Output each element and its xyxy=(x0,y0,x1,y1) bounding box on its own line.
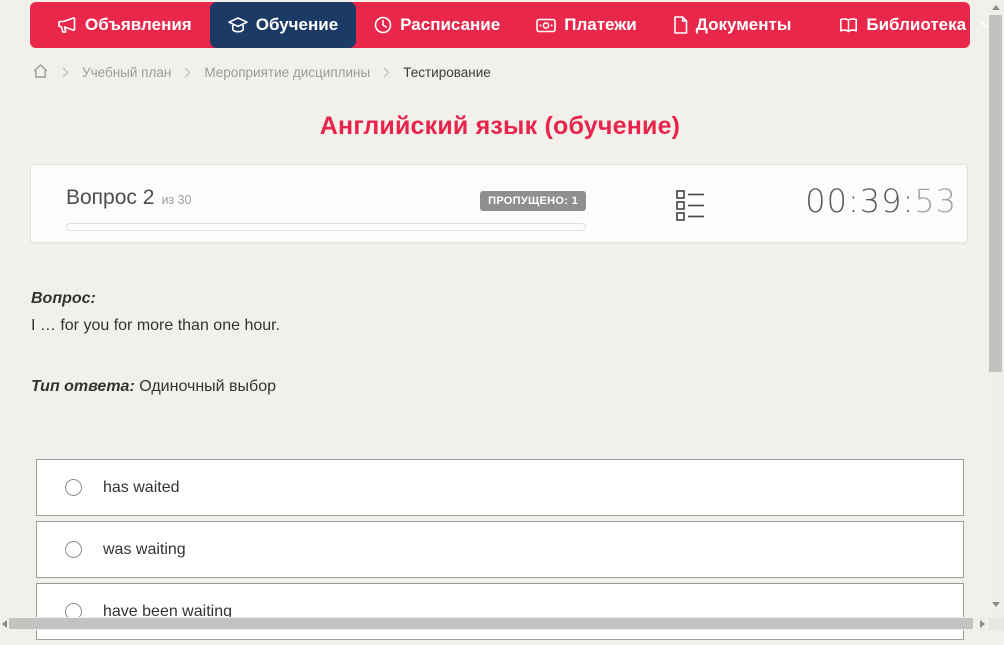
radio-icon[interactable] xyxy=(65,541,82,558)
scrollbar-corner xyxy=(988,617,1004,630)
scroll-right-arrow-icon[interactable] xyxy=(980,620,985,628)
horizontal-scrollbar-thumb[interactable] xyxy=(9,618,973,629)
nav-item-schedule[interactable]: Расписание xyxy=(356,2,518,48)
nav-item-label: Платежи xyxy=(564,15,637,34)
answer-option-2[interactable]: was waiting xyxy=(36,521,964,578)
question-total: из 30 xyxy=(161,193,192,207)
chevron-right-icon xyxy=(62,67,69,78)
chevron-right-icon xyxy=(184,67,191,78)
nav-item-documents[interactable]: Документы xyxy=(655,2,810,48)
clock-icon xyxy=(374,16,392,34)
question-body: Вопрос: I … for you for more than one ho… xyxy=(31,290,961,335)
megaphone-icon xyxy=(58,16,77,34)
answer-option-1[interactable]: has waited xyxy=(36,459,964,516)
question-progress-block: Вопрос 2 из 30 ПРОПУЩЕНО: 1 xyxy=(66,186,586,231)
skipped-badge: ПРОПУЩЕНО: 1 xyxy=(480,191,586,211)
question-list-button[interactable] xyxy=(672,188,708,224)
answer-type-value: Одиночный выбор xyxy=(139,378,276,395)
page-title: Английский язык (обучение) xyxy=(319,112,681,140)
breadcrumb-item-testing: Тестирование xyxy=(403,65,491,80)
timer-seconds: 53 xyxy=(914,182,957,220)
nav-item-label: Объявления xyxy=(85,15,192,34)
nav-item-label: Обучение xyxy=(255,15,339,34)
chevron-right-icon xyxy=(383,67,390,78)
book-icon xyxy=(839,17,858,34)
timer-main: 00:39: xyxy=(805,182,915,220)
scroll-down-arrow-icon[interactable] xyxy=(992,602,1000,607)
nav-item-label: Библиотека xyxy=(866,15,967,34)
question-number: Вопрос 2 xyxy=(66,186,155,209)
breadcrumb-item-curriculum[interactable]: Учебный план xyxy=(82,65,171,80)
vertical-scrollbar[interactable] xyxy=(988,0,1004,617)
answer-type-label: Тип ответа: xyxy=(31,378,135,395)
radio-icon[interactable] xyxy=(65,479,82,496)
nav-item-payments[interactable]: Платежи xyxy=(518,2,655,48)
nav-item-label: Расписание xyxy=(400,15,501,34)
list-icon xyxy=(676,188,704,225)
breadcrumb: Учебный план Мероприятие дисциплины Тест… xyxy=(32,63,491,82)
document-icon xyxy=(673,16,688,34)
answer-option-label: has waited xyxy=(103,478,180,496)
answer-option-label: was waiting xyxy=(103,540,186,558)
nav-item-announcements[interactable]: Объявления xyxy=(40,2,210,48)
home-icon xyxy=(32,64,49,82)
timer: 00:39:53 xyxy=(805,182,957,220)
main-navbar: Объявления Обучение Расписание Платежи Д… xyxy=(30,2,992,48)
horizontal-scrollbar[interactable] xyxy=(0,617,988,630)
graduation-cap-icon xyxy=(227,16,248,34)
question-text: I … for you for more than one hour. xyxy=(31,317,281,334)
scroll-left-arrow-icon[interactable] xyxy=(2,620,7,628)
progress-bar xyxy=(66,223,586,231)
nav-item-library[interactable]: Библиотека xyxy=(821,2,1004,48)
nav-item-label: Документы xyxy=(695,15,792,34)
vertical-scrollbar-thumb[interactable] xyxy=(989,15,1002,372)
banknote-icon xyxy=(536,18,557,33)
answer-type-row: Тип ответа: Одиночный выбор xyxy=(31,378,276,396)
question-panel: Вопрос 2 из 30 ПРОПУЩЕНО: 1 00:39:53 xyxy=(30,164,968,243)
answer-option-3[interactable]: have been waiting xyxy=(36,583,964,640)
breadcrumb-item-discipline-event[interactable]: Мероприятие дисциплины xyxy=(204,65,370,80)
nav-item-learning[interactable]: Обучение xyxy=(209,2,357,48)
breadcrumb-home[interactable] xyxy=(32,63,49,82)
question-label: Вопрос: xyxy=(31,290,96,307)
scroll-up-arrow-icon[interactable] xyxy=(992,5,1000,10)
